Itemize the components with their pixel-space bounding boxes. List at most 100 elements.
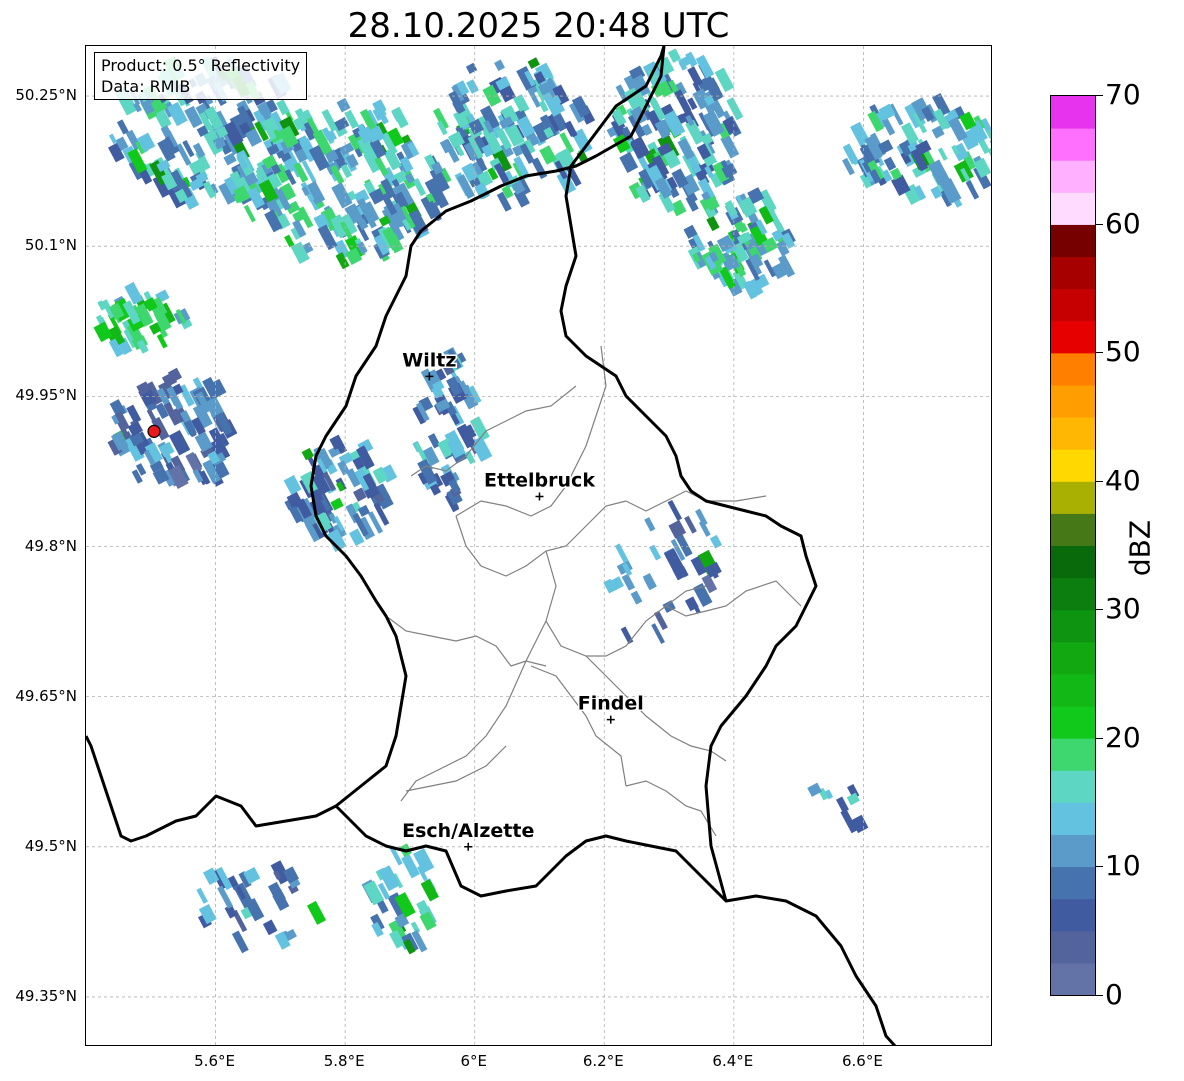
colorbar-label: dBZ (1123, 519, 1157, 577)
colorbar-swatch (1051, 288, 1095, 322)
lat-tick-label: 49.95°N (15, 386, 77, 405)
echo-cell (124, 281, 144, 305)
echo-cell (243, 204, 256, 223)
place-marker-icon (535, 492, 544, 501)
canton-borders (385, 345, 802, 837)
colorbar-swatch (1051, 417, 1095, 450)
echo-cell (667, 499, 683, 521)
echo-cell (217, 885, 234, 909)
echo-cell (668, 519, 687, 539)
colorbar-swatch (1051, 609, 1095, 643)
echo-cell (231, 930, 249, 954)
colorbar-tick-label: 20 (1105, 720, 1141, 754)
lon-tick-label: 5.6°E (194, 1052, 235, 1070)
colorbar-tick-mark (1096, 609, 1103, 611)
echo-cell (644, 517, 656, 532)
colorbar-swatch (1051, 513, 1095, 546)
place-marker-icon (464, 842, 473, 851)
colorbar-swatch (1051, 545, 1095, 579)
colorbar-swatch (1051, 224, 1095, 258)
colorbar-swatch (1051, 256, 1095, 290)
place-marker-icon (606, 715, 615, 724)
lat-tick-label: 49.8°N (24, 536, 77, 555)
colorbar-tick-mark (1096, 995, 1103, 996)
lat-tick-label: 50.1°N (24, 236, 77, 255)
colorbar-swatch (1051, 930, 1095, 964)
echo-cell (465, 62, 478, 74)
place-label: Esch/Alzette (402, 820, 534, 842)
echo-cell (836, 796, 849, 813)
colorbar-tick-mark (1096, 480, 1103, 482)
colorbar-swatch (1051, 449, 1095, 482)
radar-site-marker (147, 424, 161, 438)
colorbar-swatch (1051, 898, 1095, 932)
colorbar-tick-mark (1096, 223, 1103, 225)
colorbar-tick-label: 40 (1105, 463, 1141, 497)
colorbar-swatch (1051, 802, 1095, 835)
echo-cell (494, 59, 505, 72)
echo-cell (620, 626, 634, 645)
echo-cell (619, 151, 639, 173)
echo-cell (706, 215, 720, 232)
echo-cell (965, 180, 980, 200)
echo-cell (284, 234, 295, 248)
place-label: Ettelbruck (484, 469, 595, 491)
echo-cell (621, 573, 636, 591)
colorbar-swatch (1051, 160, 1095, 193)
echo-cell (677, 138, 695, 160)
echo-cell (937, 147, 948, 161)
echo-cell (196, 887, 208, 904)
lat-tick-label: 50.25°N (15, 86, 77, 105)
colorbar-swatch (1051, 706, 1095, 739)
colorbar-swatch (1051, 481, 1095, 514)
colorbar-swatch (1051, 96, 1095, 129)
lon-tick-label: 6.4°E (712, 1052, 754, 1070)
colorbar-swatch (1051, 352, 1095, 386)
colorbar-tick-label: 60 (1105, 206, 1141, 240)
echo-cell (412, 178, 427, 197)
place-label: Findel (578, 693, 644, 715)
echo-cell (630, 590, 643, 605)
product-info-box: Product: 0.5° Reflectivity Data: RMIB (94, 52, 308, 100)
lat-tick-label: 49.5°N (24, 836, 77, 855)
lon-tick-label: 5.8°E (323, 1052, 365, 1070)
colorbar-tick-label: 50 (1105, 335, 1141, 369)
data-source-label: Data: RMIB (101, 77, 191, 96)
colorbar-swatch (1051, 770, 1095, 803)
echo-cell (108, 133, 118, 145)
colorbar-swatch (1051, 192, 1095, 225)
colorbar-swatch (1051, 320, 1095, 354)
echo-cell (649, 544, 662, 561)
echo-cell (990, 150, 991, 172)
colorbar-swatch (1051, 577, 1095, 611)
echo-cell (93, 321, 113, 343)
lon-tick-label: 6.2°E (582, 1052, 624, 1070)
lat-tick-label: 49.65°N (15, 686, 77, 705)
map-title: 28.10.2025 20:48 UTC (347, 6, 730, 46)
echo-cell (883, 156, 897, 171)
country-border (86, 46, 897, 1045)
colorbar-swatch (1051, 673, 1095, 707)
colorbar-swatches (1051, 96, 1095, 995)
colorbar-tick-label: 10 (1105, 849, 1141, 883)
echo-cell (262, 919, 278, 936)
dbz-colorbar (1050, 95, 1096, 996)
echo-cell (684, 515, 697, 534)
echo-cell (427, 433, 441, 449)
echo-cell (420, 878, 440, 902)
colorbar-swatch (1051, 738, 1095, 771)
echo-cell (642, 573, 657, 591)
lat-tick-label: 49.35°N (15, 986, 77, 1005)
echo-cell (391, 106, 409, 129)
echo-cell (513, 94, 530, 114)
echo-cell (116, 119, 129, 135)
colorbar-tick-mark (1096, 352, 1103, 354)
radar-map[interactable]: Wiltz Ettelbruck Findel Esch/Alzette (85, 45, 992, 1046)
colorbar-swatch (1051, 128, 1095, 161)
echo-cell (807, 782, 823, 797)
radar-echoes (93, 48, 991, 955)
colorbar-tick-label: 30 (1105, 592, 1141, 626)
colorbar-tick-mark (1096, 866, 1103, 868)
echo-cell (336, 97, 351, 113)
colorbar-tick-mark (1096, 737, 1103, 739)
